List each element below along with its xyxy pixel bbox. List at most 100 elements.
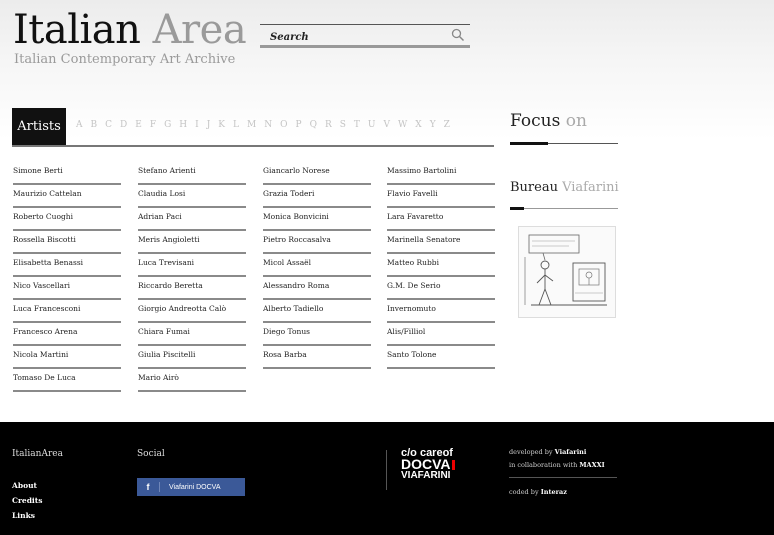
artist-link[interactable]: Simone Berti <box>13 160 121 185</box>
artist-link[interactable]: Chiara Fumai <box>138 321 246 346</box>
search-icon[interactable] <box>450 27 466 43</box>
artist-link[interactable]: Alberto Tadiello <box>263 298 371 323</box>
bureau-rule <box>524 208 618 209</box>
artist-link[interactable]: Francesco Arena <box>13 321 121 346</box>
artist-link[interactable]: Roberto Cuoghi <box>13 206 121 231</box>
artist-link[interactable]: Nicola Martini <box>13 344 121 369</box>
letter-filter-e[interactable]: E <box>135 120 143 130</box>
brand-line-viafarini: VIAFARINI <box>401 470 451 481</box>
artist-link[interactable]: Rossella Biscotti <box>13 229 121 254</box>
artist-link[interactable]: Luca Trevisani <box>138 252 246 277</box>
developed-by-name[interactable]: Viafarini <box>555 448 587 456</box>
artist-link[interactable]: Invernomuto <box>387 298 495 323</box>
letter-filter-h[interactable]: H <box>179 120 188 130</box>
letter-filter-u[interactable]: U <box>368 120 377 130</box>
logo-text-italian: Italian <box>13 7 141 53</box>
footer-link-credits[interactable]: Credits <box>12 496 42 505</box>
letter-filter-g[interactable]: G <box>164 120 172 130</box>
artist-link[interactable]: Stefano Arienti <box>138 160 246 185</box>
artist-link[interactable]: Luca Francesconi <box>13 298 121 323</box>
focus-label: Focus <box>510 111 561 131</box>
letter-filter-l[interactable]: L <box>233 120 240 130</box>
letter-filter-v[interactable]: V <box>384 120 392 130</box>
footer-link-about[interactable]: About <box>12 481 37 490</box>
letter-filter-p[interactable]: P <box>296 120 303 130</box>
tab-divider <box>12 145 494 147</box>
artist-link[interactable]: Nico Vascellari <box>13 275 121 300</box>
letter-filter-d[interactable]: D <box>120 120 128 130</box>
letter-filter-i[interactable]: I <box>195 120 200 130</box>
collab-name[interactable]: MAXXI <box>579 461 604 469</box>
brand-divider <box>386 450 387 490</box>
artist-link[interactable]: Massimo Bartolini <box>387 160 495 185</box>
artist-link[interactable]: Maurizio Cattelan <box>13 183 121 208</box>
artist-link[interactable]: Riccardo Beretta <box>138 275 246 300</box>
letter-filter-y[interactable]: Y <box>430 120 437 130</box>
artist-link[interactable]: Mario Airò <box>138 367 246 392</box>
letter-filter-r[interactable]: R <box>325 120 333 130</box>
collab-text: in collaboration with <box>509 461 578 469</box>
letter-filter-t[interactable]: T <box>354 120 361 130</box>
artist-link[interactable]: Tomaso De Luca <box>13 367 121 392</box>
letter-filter-m[interactable]: M <box>247 120 257 130</box>
site-logo[interactable]: Italian Area <box>13 6 247 54</box>
artist-link[interactable]: Marinella Senatore <box>387 229 495 254</box>
coded-by-name[interactable]: Interaz <box>541 488 567 496</box>
page-top: Italian Area Italian Contemporary Art Ar… <box>0 0 774 422</box>
artist-link[interactable]: Micol Assaël <box>263 252 371 277</box>
focus-rule-accent <box>510 142 548 145</box>
search-input[interactable] <box>260 28 450 47</box>
letter-filter-s[interactable]: S <box>340 120 347 130</box>
artist-link[interactable]: Pietro Roccasalva <box>263 229 371 254</box>
artist-link[interactable]: Monica Bonvicini <box>263 206 371 231</box>
artist-link[interactable]: Giulia Piscitelli <box>138 344 246 369</box>
artist-link[interactable]: Giorgio Andreotta Calò <box>138 298 246 323</box>
letter-filter-j[interactable]: J <box>207 120 212 130</box>
artist-link[interactable]: Diego Tonus <box>263 321 371 346</box>
credits-divider <box>509 477 617 478</box>
tab-artists[interactable]: Artists <box>12 108 66 145</box>
footer-social-heading: Social <box>137 449 165 459</box>
letter-filter-x[interactable]: X <box>415 120 422 130</box>
developed-by-text: developed by <box>509 448 553 456</box>
letter-filter-k[interactable]: K <box>218 120 226 130</box>
focus-on-heading: Focus on <box>510 111 587 131</box>
artist-link[interactable]: Adrian Paci <box>138 206 246 231</box>
viafarini-label: Viafarini <box>562 180 619 195</box>
footer-site-heading: ItalianArea <box>12 449 63 459</box>
artist-link[interactable]: Alis/Filliol <box>387 321 495 346</box>
site-tagline: Italian Contemporary Art Archive <box>14 52 236 67</box>
careof-docva-viafarini-logo[interactable]: c/o careof DOCVA VIAFARINI <box>401 448 455 481</box>
artist-link[interactable]: Meris Angioletti <box>138 229 246 254</box>
letter-filter-o[interactable]: O <box>280 120 288 130</box>
logo-text-area: Area <box>152 7 247 53</box>
facebook-button[interactable]: f Viafarini DOCVA <box>137 478 245 496</box>
artist-link[interactable]: G.M. De Serio <box>387 275 495 300</box>
letter-filter-w[interactable]: W <box>398 120 408 130</box>
artist-link[interactable]: Flavio Favelli <box>387 183 495 208</box>
letter-filter-q[interactable]: Q <box>310 120 318 130</box>
artist-link[interactable]: Rosa Barba <box>263 344 371 369</box>
artist-link[interactable]: Alessandro Roma <box>263 275 371 300</box>
bureau-sketch-image[interactable] <box>518 226 616 318</box>
artist-link[interactable]: Grazia Toderi <box>263 183 371 208</box>
letter-filter-n[interactable]: N <box>264 120 273 130</box>
artist-link[interactable]: Giancarlo Norese <box>263 160 371 185</box>
letter-filter-z[interactable]: Z <box>444 120 451 130</box>
bureau-heading[interactable]: Bureau Viafarini <box>510 180 619 195</box>
bureau-label: Bureau <box>510 180 558 195</box>
brand-red-mark <box>451 460 455 470</box>
facebook-label: Viafarini DOCVA <box>169 483 221 491</box>
facebook-icon: f <box>137 482 160 492</box>
letter-filter-b[interactable]: B <box>91 120 99 130</box>
artist-link[interactable]: Lara Favaretto <box>387 206 495 231</box>
artist-link[interactable]: Santo Tolone <box>387 344 495 369</box>
footer-link-links[interactable]: Links <box>12 511 35 520</box>
artist-link[interactable]: Matteo Rubbi <box>387 252 495 277</box>
letter-filter-f[interactable]: F <box>150 120 157 130</box>
artist-link[interactable]: Elisabetta Benassi <box>13 252 121 277</box>
letter-filter-a[interactable]: A <box>76 120 84 130</box>
artist-link[interactable]: Claudia Losi <box>138 183 246 208</box>
letter-filter-c[interactable]: C <box>105 120 113 130</box>
coded-by-credit: coded by Interaz <box>509 488 567 496</box>
